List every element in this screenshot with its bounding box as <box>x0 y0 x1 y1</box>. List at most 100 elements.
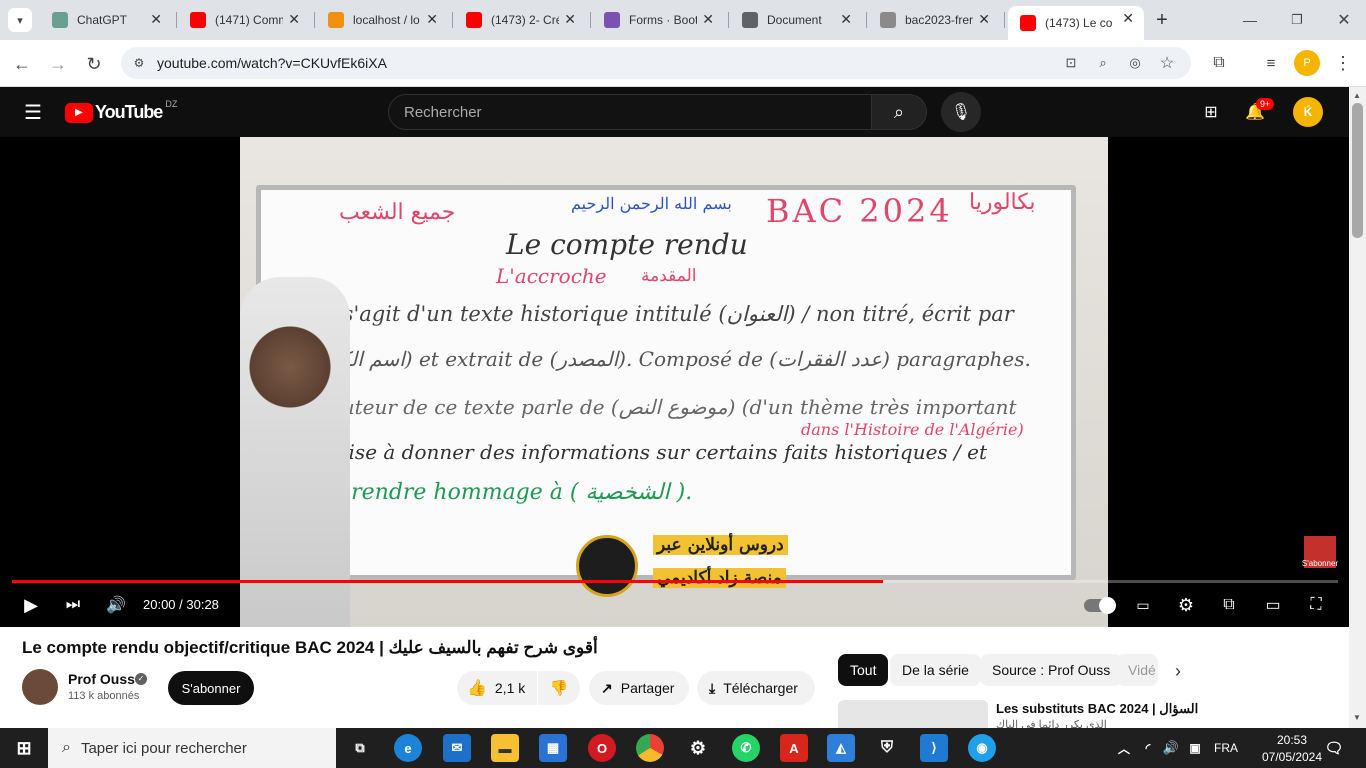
reload-button[interactable]: ↻ <box>80 50 108 78</box>
progress-bar[interactable] <box>12 580 1338 583</box>
input-language[interactable]: FRA <box>1214 741 1238 755</box>
bookmark-star-icon[interactable]: ☆ <box>1157 53 1177 73</box>
tab-title: (1473) Le cor <box>1045 16 1113 30</box>
omnibox[interactable]: ⚙ youtube.com/watch?v=CKUvfEk6iXA ⊡ ⌕ ◎ … <box>121 47 1191 79</box>
dislike-button[interactable]: 👎 <box>538 671 580 705</box>
channel-name[interactable]: Prof Ouss <box>68 671 135 687</box>
search-button[interactable]: ⌕ <box>871 94 927 130</box>
tab-close-icon[interactable]: ✕ <box>978 11 990 28</box>
file-explorer-icon[interactable]: ▬ <box>491 734 519 762</box>
tab-close-icon[interactable]: ✕ <box>288 11 300 28</box>
scrollbar-thumb[interactable] <box>1352 103 1363 238</box>
scroll-down-arrow[interactable]: ▼ <box>1353 713 1361 722</box>
hamburger-menu-icon[interactable]: ☰ <box>20 100 46 124</box>
filter-chip[interactable]: Vidé <box>1116 654 1158 686</box>
whatsapp-icon[interactable]: ✆ <box>732 734 760 762</box>
channel-avatar[interactable] <box>22 669 58 705</box>
store-icon[interactable]: ▦ <box>539 734 567 762</box>
filter-chip[interactable]: Tout <box>838 654 889 686</box>
chrome-icon[interactable] <box>636 734 664 762</box>
download-button[interactable]: ⤓ Télécharger <box>697 671 815 705</box>
photos-icon[interactable]: ◭ <box>827 734 855 762</box>
opera-icon[interactable]: O <box>588 734 616 762</box>
youtube-logo[interactable]: ▶ YouTube DZ <box>65 99 177 123</box>
tab-3[interactable]: localhost / lo ✕ <box>316 7 448 33</box>
mail-icon[interactable]: ✉ <box>443 734 471 762</box>
tab-close-icon[interactable]: ✕ <box>564 11 576 28</box>
play-button[interactable]: ▶ <box>18 592 44 618</box>
meet-now-icon[interactable]: ▣ <box>1181 734 1209 762</box>
site-info-icon[interactable]: ⚙ <box>129 53 149 73</box>
search-input[interactable]: Rechercher <box>388 94 872 130</box>
profile-avatar[interactable]: P <box>1294 50 1320 76</box>
page-scrollbar[interactable]: ▲ ▼ <box>1349 87 1366 728</box>
like-button[interactable]: 👍 2,1 k <box>457 671 537 705</box>
edge-icon[interactable]: e <box>394 734 422 762</box>
microphone-icon: 🎙 <box>950 104 972 121</box>
filter-chip[interactable]: De la série <box>890 654 981 686</box>
acrobat-icon[interactable]: A <box>780 734 808 762</box>
clock-time[interactable]: 20:53 <box>1264 733 1320 747</box>
tab-close-icon[interactable]: ✕ <box>150 11 162 28</box>
task-view-icon[interactable]: ⧉ <box>346 734 374 762</box>
app-blue-icon[interactable]: ◉ <box>968 734 996 762</box>
board-accroche-ar: المقدمة <box>641 266 697 286</box>
security-shield-icon[interactable]: ⛨ <box>873 734 901 762</box>
tab-close-icon[interactable]: ✕ <box>426 11 438 28</box>
tracking-icon[interactable]: ◎ <box>1125 53 1145 73</box>
tab-7[interactable]: bac2023-frer ✕ <box>868 7 1000 33</box>
close-window-button[interactable]: ✕ <box>1330 8 1358 32</box>
subtitles-button[interactable]: ▭ <box>1130 592 1156 618</box>
recommended-thumbnail[interactable] <box>838 700 988 728</box>
video-player[interactable]: بكالوريا BAC 2024 بسم الله الرحمن الرحيم… <box>0 137 1349 627</box>
tab-5[interactable]: Forms · Boot ✕ <box>592 7 724 33</box>
install-app-icon[interactable]: ⊡ <box>1061 53 1081 73</box>
next-button[interactable]: ⏭ <box>60 592 86 618</box>
extensions-icon[interactable]: ⧉ <box>1206 50 1232 76</box>
notification-center-icon[interactable]: 🗨 <box>1320 734 1348 762</box>
settings-icon[interactable]: ⚙ <box>684 734 712 762</box>
thumbs-down-icon: 👎 <box>549 680 569 697</box>
back-button[interactable]: ← <box>8 50 36 78</box>
restore-button[interactable]: ❐ <box>1283 8 1311 32</box>
zoom-icon[interactable]: ⌕ <box>1093 53 1113 73</box>
browser-menu-icon[interactable]: ⋮ <box>1330 50 1356 76</box>
tab-2[interactable]: (1471) Comm ✕ <box>178 7 310 33</box>
recommended-title[interactable]: Les substituts BAC 2024 | السؤال <box>996 701 1198 717</box>
fullscreen-button[interactable]: ⛶ <box>1303 592 1329 618</box>
board-logo-text-2: منصة زاد أكاديمي <box>653 568 786 588</box>
next-icon: ⏭ <box>65 596 81 613</box>
chips-next-arrow[interactable]: › <box>1166 659 1190 683</box>
autoplay-toggle[interactable] <box>1084 597 1116 614</box>
tab-close-icon[interactable]: ✕ <box>840 11 852 28</box>
account-avatar[interactable]: Ḱ <box>1293 97 1323 127</box>
miniplayer-button[interactable]: ⧉ <box>1216 592 1242 618</box>
tab-search-button[interactable]: ▾ <box>8 8 32 32</box>
mute-button[interactable]: 🔊 <box>103 592 129 618</box>
settings-button[interactable]: ⚙ <box>1173 592 1199 618</box>
subscribe-button[interactable]: S'abonner <box>168 671 254 705</box>
share-button[interactable]: ↗ Partager <box>589 671 689 705</box>
forward-button[interactable]: → <box>44 50 72 78</box>
like-count: 2,1 k <box>494 680 526 696</box>
tab-6[interactable]: Document ✕ <box>730 7 862 33</box>
create-video-icon[interactable]: ⊞ <box>1198 100 1224 124</box>
media-control-icon[interactable]: ≡ <box>1258 50 1284 76</box>
tab-close-icon[interactable]: ✕ <box>702 11 714 28</box>
tab-1[interactable]: ChatGPT ✕ <box>40 7 172 33</box>
new-tab-button[interactable]: + <box>1150 8 1174 32</box>
vscode-icon[interactable]: ⟩ <box>920 734 948 762</box>
taskbar-search-box[interactable]: ⌕ Taper ici pour rechercher <box>48 728 336 768</box>
filter-chip[interactable]: Source : Prof Ouss <box>980 654 1123 686</box>
subscribe-watermark[interactable]: S'abonner <box>1302 536 1338 568</box>
start-button[interactable]: ⊞ <box>10 734 38 762</box>
tab-8[interactable]: (1473) Le cor ✕ <box>1008 6 1144 40</box>
tab-4[interactable]: (1473) 2- Cré ✕ <box>454 7 586 33</box>
clock-date[interactable]: 07/05/2024 <box>1256 750 1328 764</box>
scroll-up-arrow[interactable]: ▲ <box>1353 91 1361 100</box>
tab-close-icon[interactable]: ✕ <box>1122 10 1134 27</box>
search-placeholder: Rechercher <box>404 103 482 121</box>
voice-search-button[interactable]: 🎙 <box>941 92 981 132</box>
minimize-button[interactable]: — <box>1236 8 1264 32</box>
theater-mode-button[interactable]: ▭ <box>1260 592 1286 618</box>
